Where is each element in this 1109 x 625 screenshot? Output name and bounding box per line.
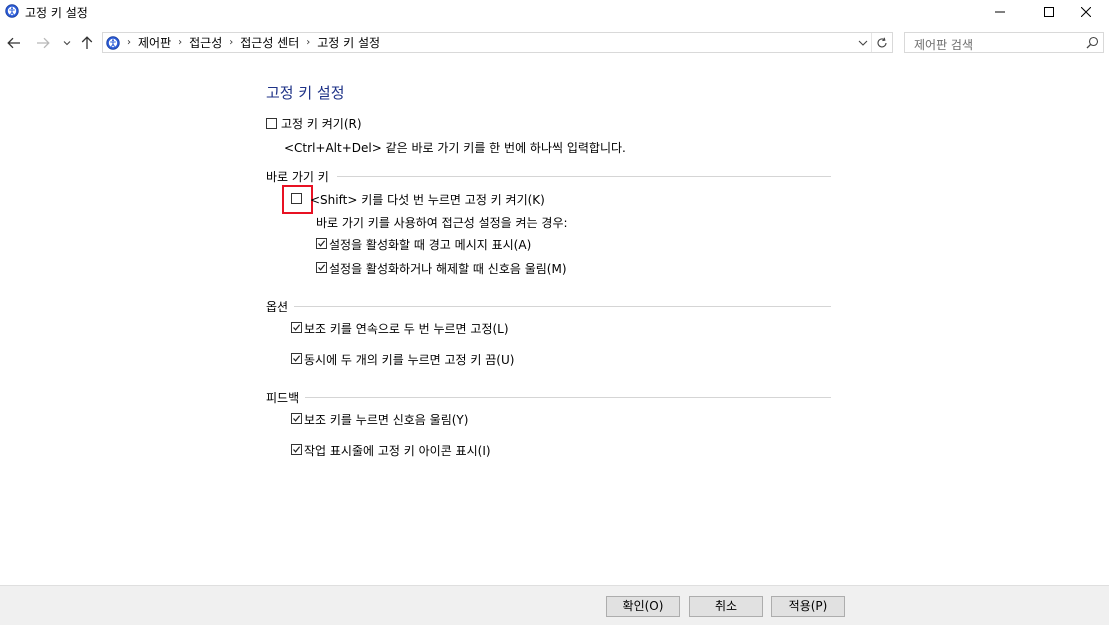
breadcrumb: › 제어판 › 접근성 › 접근성 센터 › 고정 키 설정 [103,33,380,52]
recent-locations-button[interactable] [61,34,73,52]
breadcrumb-item-ease-of-access-center[interactable]: 접근성 센터 [240,34,299,51]
beep-on-modifier-label[interactable]: 보조 키를 누르면 신호음 울림(Y) [304,411,468,428]
chevron-right-icon: › [127,37,131,48]
section-divider [337,176,831,177]
chevron-right-icon[interactable]: › [178,37,182,48]
search-icon[interactable] [1086,36,1099,49]
section-title-shortcut: 바로 가기 키 [266,170,329,184]
section-title-feedback: 피드백 [266,391,300,405]
title-bar: 고정 키 설정 [0,0,1109,24]
search-input[interactable]: 제어판 검색 [904,32,1104,53]
arrow-left-icon [7,37,20,49]
breadcrumb-item-accessibility[interactable]: 접근성 [189,34,222,51]
section-title-options: 옵션 [266,300,289,314]
warning-message-label[interactable]: 설정을 활성화할 때 경고 메시지 표시(A) [329,236,531,253]
arrow-up-icon [81,36,93,49]
ok-button[interactable]: 확인(O) [606,596,680,617]
turn-on-sticky-keys-checkbox[interactable] [266,118,277,129]
minimize-button[interactable] [977,0,1023,24]
checkmark-icon [293,324,301,331]
taskbar-icon-label[interactable]: 작업 표시줄에 고정 키 아이콘 표시(I) [304,442,491,459]
taskbar-icon-checkbox[interactable] [291,444,302,455]
close-button[interactable] [1063,0,1109,24]
lock-modifier-double-press-checkbox[interactable] [291,322,302,333]
address-dropdown-button[interactable] [856,33,870,52]
refresh-button[interactable] [871,33,892,52]
sound-on-toggle-checkbox[interactable] [316,262,327,273]
arrow-right-icon [37,37,50,49]
control-panel-icon [5,4,19,18]
button-bar [0,585,1109,625]
sound-on-toggle-label[interactable]: 설정을 활성화하거나 해제할 때 신호음 울림(M) [329,260,567,277]
breadcrumb-item-sticky-keys[interactable]: 고정 키 설정 [317,34,380,51]
shift-five-times-label[interactable]: <Shift> 키를 다섯 번 누르면 고정 키 켜기(K) [310,191,545,208]
window-title: 고정 키 설정 [25,6,88,20]
checkmark-icon [318,240,326,247]
lock-modifier-double-press-label[interactable]: 보조 키를 연속으로 두 번 누르면 고정(L) [304,320,509,337]
checkmark-icon [293,415,301,422]
turn-off-two-keys-checkbox[interactable] [291,353,302,364]
chevron-down-icon [63,41,71,46]
shift-five-times-checkbox[interactable] [291,193,302,204]
control-panel-icon [106,35,120,50]
beep-on-modifier-checkbox[interactable] [291,413,302,424]
up-button[interactable] [79,34,95,52]
page-title: 고정 키 설정 [266,84,345,102]
minimize-icon [995,11,1005,13]
checkmark-icon [293,446,301,453]
close-icon [1081,7,1091,17]
chevron-right-icon[interactable]: › [306,37,310,48]
maximize-icon [1044,7,1054,17]
checkmark-icon [293,355,301,362]
address-bar[interactable]: › 제어판 › 접근성 › 접근성 센터 › 고정 키 설정 [102,32,893,53]
chevron-right-icon[interactable]: › [229,37,233,48]
turn-off-two-keys-label[interactable]: 동시에 두 개의 키를 누르면 고정 키 끔(U) [304,351,514,368]
warning-message-checkbox[interactable] [316,238,327,249]
shortcut-subheading: 바로 가기 키를 사용하여 접근성 설정을 켜는 경우: [316,216,568,230]
cancel-button[interactable]: 취소 [689,596,763,617]
refresh-icon [877,37,887,47]
chevron-down-icon [858,40,868,46]
breadcrumb-item-control-panel[interactable]: 제어판 [138,34,171,51]
section-divider [305,397,831,398]
section-divider [294,306,831,307]
back-button[interactable] [5,34,23,52]
forward-button[interactable] [34,34,52,52]
description-text: <Ctrl+Alt+Del> 같은 바로 가기 키를 한 번에 하나씩 입력합니… [284,141,626,155]
checkmark-icon [318,264,326,271]
apply-button[interactable]: 적용(P) [771,596,845,617]
turn-on-sticky-keys-label[interactable]: 고정 키 켜기(R) [281,115,362,132]
search-placeholder: 제어판 검색 [914,38,974,52]
